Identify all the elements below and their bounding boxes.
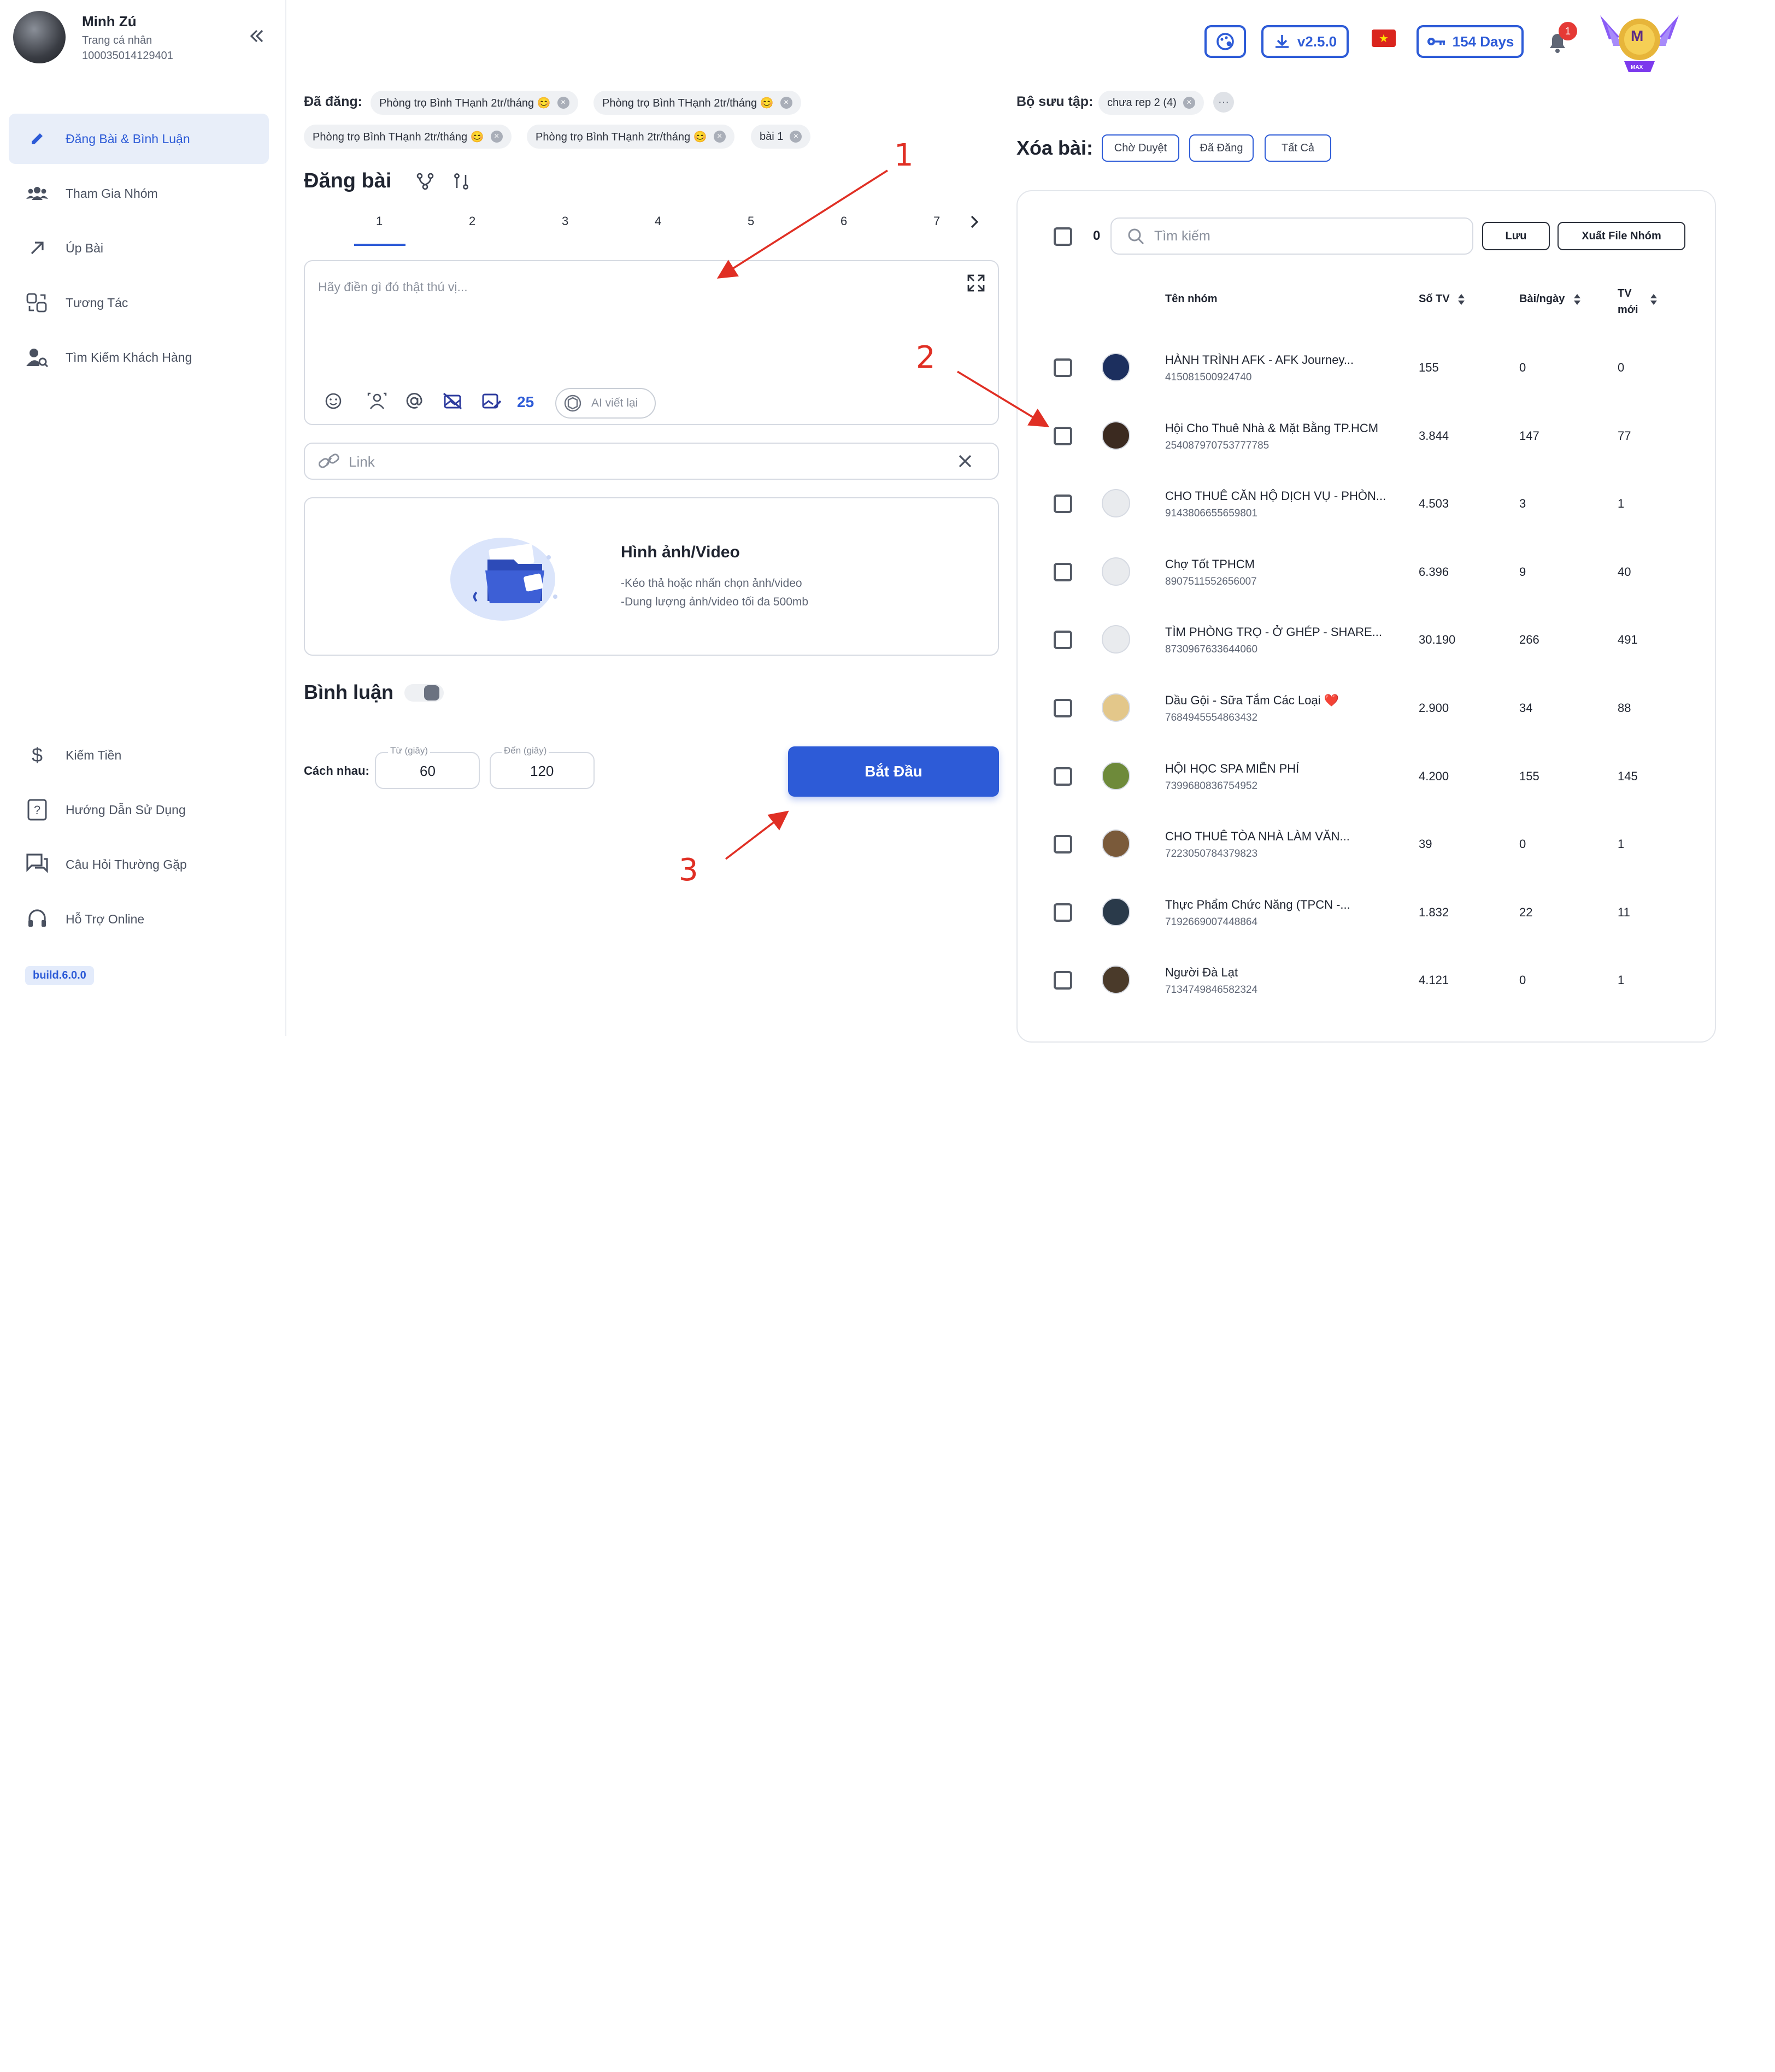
annotation-1: 1 <box>894 138 914 173</box>
annotation-2: 2 <box>916 340 936 375</box>
annotation-3: 3 <box>679 852 698 888</box>
annotation-arrows <box>716 169 1050 860</box>
